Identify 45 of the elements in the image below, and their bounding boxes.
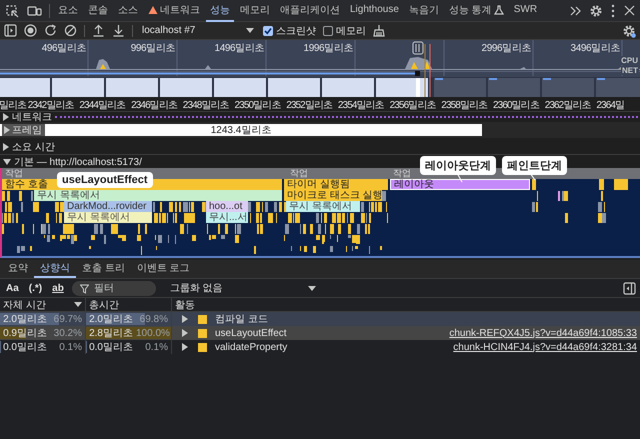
table-cell-text: 69.8% bbox=[138, 314, 168, 324]
time-tick-label: 496밀리초 bbox=[42, 42, 86, 55]
table-cell-text: 2.0밀리초 bbox=[89, 313, 133, 326]
table-cell-text: 2.8밀리초 bbox=[89, 327, 133, 340]
checkbox-label: 스크린샷 bbox=[276, 24, 316, 38]
time-ruler-label: 2348밀리초 bbox=[182, 99, 229, 112]
activity-name: 컴파일 코드 bbox=[215, 313, 268, 326]
annotation-tooltip: 페인트단계 bbox=[502, 156, 567, 175]
table-cell-text: 30.2% bbox=[52, 328, 82, 338]
track-label: 기본 — http://localhost:5173/ bbox=[14, 156, 142, 168]
checkbox-label: 메모리 bbox=[336, 24, 366, 38]
table-cell-text: 2.0밀리초 bbox=[3, 313, 47, 326]
table-cell-text: 0.0밀리초 bbox=[3, 341, 47, 354]
time-ruler-label: 2352밀리초 bbox=[286, 99, 332, 112]
net-label: NET bbox=[621, 66, 639, 75]
annotation-tooltip: 레이아웃단계 bbox=[420, 156, 496, 175]
activity-name: validateProperty bbox=[215, 342, 288, 352]
time-ruler-label: 2354밀리초 bbox=[338, 99, 384, 112]
time-tick-label: 996밀리초 bbox=[130, 42, 175, 55]
time-ruler-label: 2364밀 bbox=[596, 99, 624, 112]
time-ruler-label: 2356밀리초 bbox=[390, 99, 436, 112]
time-ruler-label: 2358밀리초 bbox=[441, 99, 488, 112]
time-ruler-label: 2346밀리초 bbox=[131, 99, 178, 112]
activity-name: useLayoutEffect bbox=[215, 328, 287, 338]
table-cell-text: 0.0밀리초 bbox=[89, 341, 133, 354]
table-cell-text: 0.1% bbox=[144, 342, 168, 352]
track-label: 소요 시간 bbox=[12, 141, 55, 154]
table-cell-text: 69.7% bbox=[52, 314, 82, 324]
time-tick-label: 1996밀리초 bbox=[304, 42, 353, 55]
table-cell-text: 0.1% bbox=[58, 342, 82, 352]
time-ruler-label: 2362밀리초 bbox=[544, 99, 591, 112]
time-ruler-label: 밀리초 bbox=[0, 99, 26, 112]
table-cell-text: 0.9밀리초 bbox=[3, 327, 47, 340]
cpu-label: CPU bbox=[620, 56, 639, 65]
time-tick-label: 1496밀리초 bbox=[214, 42, 264, 55]
time-ruler-label: 2350밀리초 bbox=[234, 99, 280, 112]
track-label: 프레임 bbox=[12, 124, 42, 137]
time-ruler-label: 2360밀리초 bbox=[493, 99, 539, 112]
time-tick-label: 2996밀리초 bbox=[482, 42, 531, 55]
time-ruler-label: 2344밀리초 bbox=[79, 99, 126, 112]
track-label: 네트워크 bbox=[12, 111, 52, 124]
table-cell: 100.0% bbox=[136, 328, 168, 338]
time-ruler-label: 2342밀리초 bbox=[28, 99, 74, 112]
annotation-tooltip: useLayoutEffect bbox=[57, 172, 153, 188]
time-tick-label: 3496밀리초 bbox=[570, 42, 620, 55]
